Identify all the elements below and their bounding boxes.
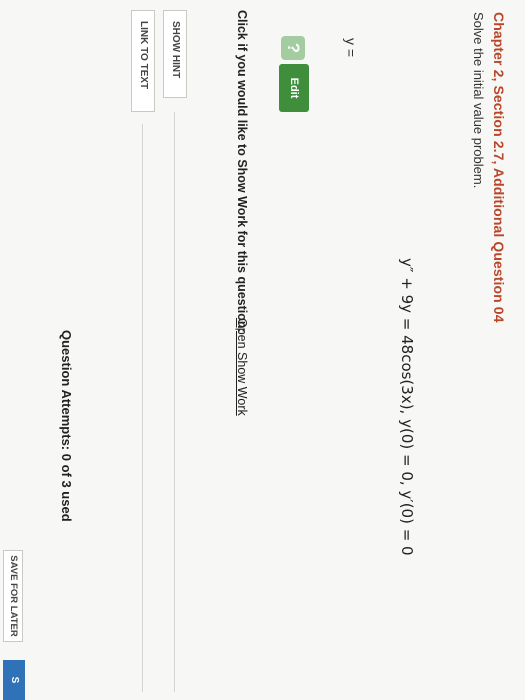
photo-frame: Chapter 2, Section 2.7, Additional Quest…	[0, 0, 525, 700]
question-mark-icon[interactable]: ?	[281, 36, 305, 60]
question-page: Chapter 2, Section 2.7, Additional Quest…	[0, 0, 525, 700]
open-show-work-link[interactable]: Open Show Work	[235, 318, 249, 416]
show-hint-button[interactable]: SHOW HINT	[163, 10, 187, 98]
link-to-text-button[interactable]: LINK TO TEXT	[131, 10, 155, 112]
submit-answer-button[interactable]: S	[3, 660, 25, 700]
link-divider	[142, 124, 143, 692]
question-attempts: Question Attempts: 0 of 3 used	[59, 330, 74, 522]
answer-label: y =	[343, 38, 359, 58]
hint-divider	[174, 112, 175, 692]
save-for-later-button[interactable]: SAVE FOR LATER	[3, 550, 23, 642]
question-instruction: Solve the initial value problem.	[471, 12, 486, 189]
show-work-prompt: Click if you would like to Show Work for…	[235, 10, 249, 333]
edit-answer-button[interactable]: Edit	[279, 64, 309, 112]
initial-value-equation: y″ + 9y = 48cos(3x), y(0) = 0, y′(0) = 0	[398, 258, 416, 556]
question-title: Chapter 2, Section 2.7, Additional Quest…	[491, 12, 507, 323]
